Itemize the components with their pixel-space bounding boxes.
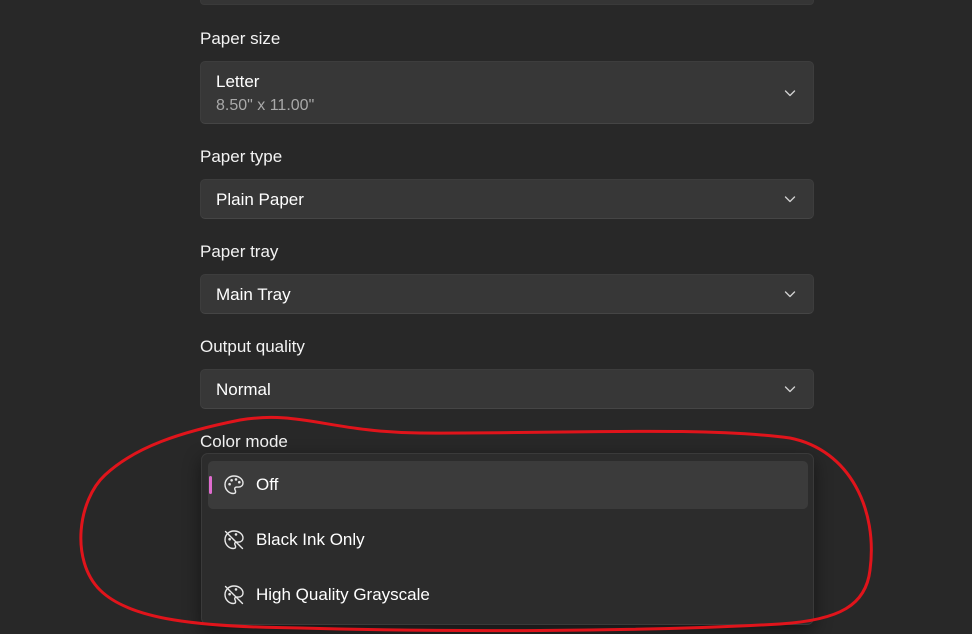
paper-type-value: Plain Paper [216,190,304,209]
color-mode-option-black-ink-only[interactable]: Black Ink Only [208,516,808,564]
output-quality-value: Normal [216,380,271,399]
palette-off-icon [224,530,244,550]
print-settings-page: Paper size Letter 8.50" x 11.00" Paper t… [0,0,972,634]
output-quality-select[interactable]: Normal [200,369,814,409]
color-mode-option-high-quality-grayscale[interactable]: High Quality Grayscale [208,571,808,619]
palette-icon [224,475,244,495]
paper-size-label: Paper size [200,29,281,48]
output-quality-label: Output quality [200,337,305,356]
chevron-down-icon [784,386,796,393]
option-label: High Quality Grayscale [256,585,430,604]
option-label: Off [256,475,279,494]
option-label: Black Ink Only [256,530,365,549]
chevron-down-icon [784,196,796,203]
chevron-down-icon [784,90,796,97]
paper-size-value: Letter [216,72,260,91]
paper-type-select[interactable]: Plain Paper [200,179,814,219]
paper-tray-label: Paper tray [200,242,279,261]
paper-size-select[interactable]: Letter 8.50" x 11.00" [200,61,814,124]
selection-indicator [209,476,212,494]
paper-tray-value: Main Tray [216,285,291,304]
paper-tray-select[interactable]: Main Tray [200,274,814,314]
previous-field-select[interactable] [200,0,814,5]
paper-size-detail: 8.50" x 11.00" [216,97,315,114]
color-mode-label: Color mode [200,432,288,451]
color-mode-dropdown-list: Off Black Ink Only High Quality Grayscal… [201,453,814,625]
chevron-down-icon [784,291,796,298]
palette-off-icon [224,585,244,605]
paper-type-label: Paper type [200,147,283,166]
color-mode-option-off[interactable]: Off [208,461,808,509]
